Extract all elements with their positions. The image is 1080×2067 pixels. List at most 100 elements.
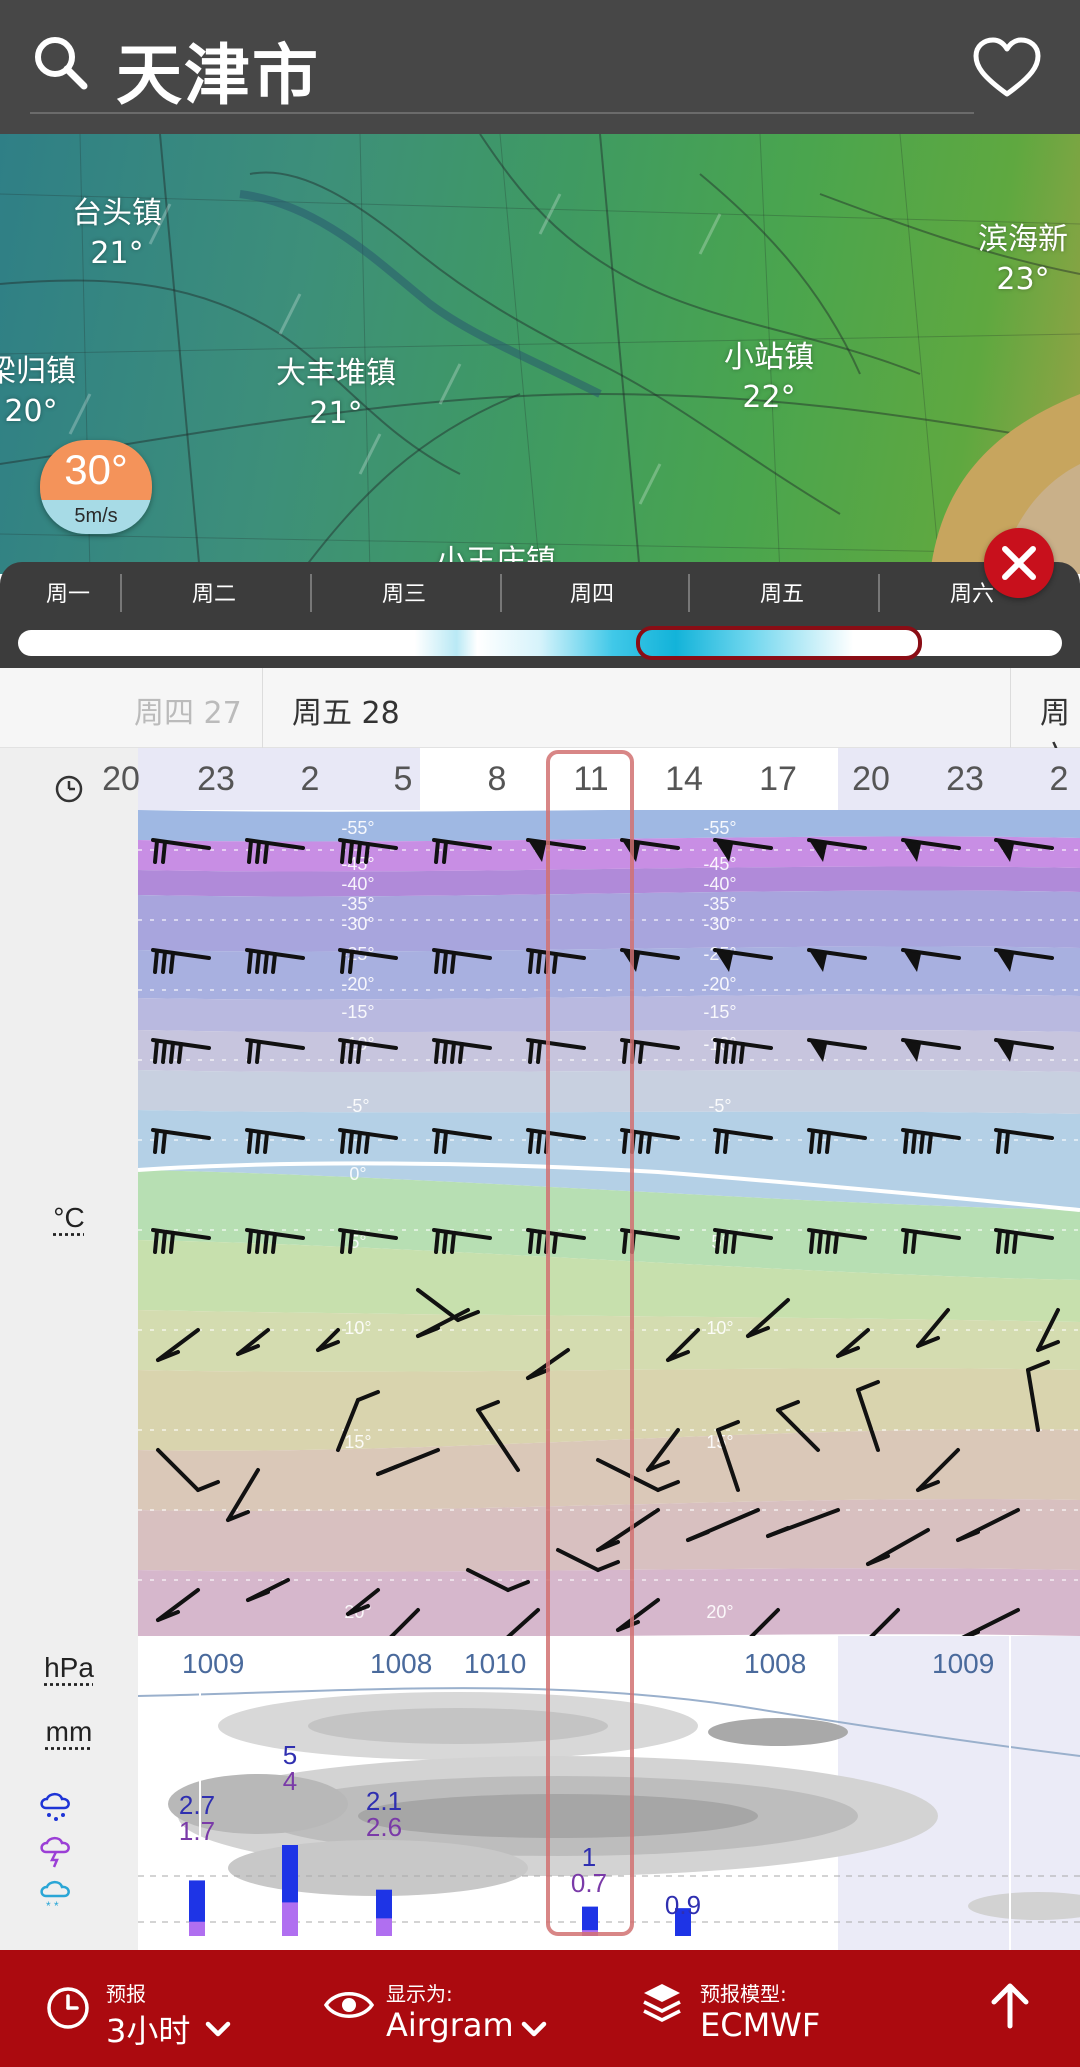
clock-icon: [55, 775, 83, 803]
hour-label: 14: [665, 760, 703, 798]
display-caption: 显示为:: [386, 1982, 453, 2006]
hour-label: 20: [852, 760, 890, 798]
temperature-band: [138, 836, 1080, 872]
town-temp: 20°: [4, 394, 58, 429]
date-header: 周四 27 周五 28 周六: [0, 668, 1080, 775]
town-label[interactable]: 滨海新 23°: [978, 220, 1068, 300]
precip-convective: 0.7: [570, 1868, 608, 1898]
temperature-band: [138, 994, 1080, 1032]
search-icon[interactable]: [30, 32, 92, 94]
pressure-value: 1008: [744, 1648, 807, 1679]
hour-label: 23: [946, 760, 984, 798]
town-label[interactable]: 小站镇 22°: [724, 338, 814, 418]
chevron-down-icon: [205, 2021, 231, 2037]
precip-convective: 4: [282, 1766, 298, 1796]
clock-icon: [47, 1987, 89, 2029]
isotherm-label: 10°: [344, 1318, 371, 1338]
town-temp: 23°: [996, 262, 1050, 297]
timeline-day[interactable]: 周三: [382, 576, 426, 608]
isotherm-label: -35°: [703, 894, 736, 914]
hour-label: 2: [1049, 760, 1069, 798]
isotherm-label: -30°: [341, 914, 374, 934]
pressure-unit-label[interactable]: hPa: [0, 1652, 138, 1684]
isotherm-label: -40°: [703, 874, 736, 894]
isotherm-label: -15°: [341, 1002, 374, 1022]
isotherm-label: 20°: [706, 1602, 733, 1622]
timeline-divider: [500, 574, 502, 612]
eye-icon: [324, 1992, 374, 2018]
isotherm-label: -55°: [703, 818, 736, 838]
layers-icon: [643, 1984, 681, 2022]
town-name: 梁归镇: [0, 354, 76, 389]
isotherm-label: -30°: [703, 914, 736, 934]
date-divider: [1010, 668, 1011, 748]
precip-total: 0.9: [664, 1890, 702, 1920]
pressure-precip-panel[interactable]: 1009 1008 1010 1008 1009 2.7 1.7 5 4 2.1…: [138, 1636, 1080, 1950]
airgram-svg: -55° -55°-45° -45°-40° -40°-35° -35°-30° -30°…: [138, 810, 1080, 1636]
timeline-day[interactable]: 周五: [760, 576, 804, 608]
display-value: Airgram: [386, 2006, 514, 2044]
town-label[interactable]: 梁归镇 20°: [0, 352, 76, 432]
weather-map[interactable]: 台头镇 21° 滨海新 23° 梁归镇 20° 大丰堆镇 21° 小站镇 22°…: [0, 134, 1080, 574]
temperature-band: [138, 890, 1080, 952]
model-value: ECMWF: [700, 2006, 821, 2044]
timeline-day[interactable]: 周四: [570, 576, 614, 608]
town-label[interactable]: 台头镇 21°: [72, 194, 162, 274]
hour-label: 17: [759, 760, 797, 798]
precip-convective-bar: [189, 1921, 205, 1936]
town-temp: 21°: [90, 236, 144, 271]
close-icon: [1002, 546, 1036, 580]
airgram-chart[interactable]: -55° -55° -45° -45° -40° -40° -35° -35° -30° -30°…: [138, 810, 1080, 1636]
pressure-value: 1009: [182, 1648, 245, 1679]
isotherm-label: -35°: [341, 894, 374, 914]
isotherm-label: -40°: [341, 874, 374, 894]
town-name: 小站镇: [724, 340, 814, 375]
temp-unit-label[interactable]: °C: [0, 1202, 138, 1234]
search-underline: [30, 112, 974, 114]
close-button[interactable]: [984, 528, 1054, 598]
town-label[interactable]: 大丰堆镇 21°: [276, 354, 396, 434]
current-temp-badge[interactable]: 30° 5m/s: [40, 440, 152, 534]
isotherm-label: -20°: [703, 974, 736, 994]
forecast-value: 3小时: [106, 2012, 191, 2050]
location-title[interactable]: 天津市: [116, 22, 320, 118]
isotherm-label: -5°: [346, 1096, 369, 1116]
isotherm-label: 15°: [344, 1432, 371, 1452]
hour-label: 23: [197, 760, 235, 798]
legend-column: °C hPa mm * *: [0, 748, 138, 1950]
isotherm-label: -5°: [708, 1096, 731, 1116]
arrow-up-icon[interactable]: [988, 1980, 1032, 2032]
town-name: 滨海新: [978, 222, 1068, 257]
isotherm-label: -20°: [341, 974, 374, 994]
temperature-band: [138, 1568, 1080, 1636]
hour-label: 20: [102, 760, 140, 798]
thunderstorm-icon: [40, 1836, 70, 1868]
chevron-down-icon: [521, 2021, 547, 2037]
date-label-prev: 周四 27: [134, 696, 242, 731]
precip-convective-bar: [282, 1902, 298, 1936]
date-label-current: 周五 28: [292, 696, 400, 731]
hour-label: 2: [300, 760, 320, 798]
favorite-heart-icon[interactable]: [972, 36, 1042, 100]
timeline-selection-handle[interactable]: [636, 626, 922, 660]
timeline-day[interactable]: 周一: [46, 576, 90, 608]
timeline-divider: [878, 574, 880, 612]
precip-convective-bar: [582, 1930, 598, 1936]
isotherm-label: 10°: [706, 1318, 733, 1338]
svg-text:* *: * *: [46, 1899, 59, 1912]
hour-label: 11: [573, 760, 609, 798]
precip-convective: 1.7: [178, 1816, 216, 1846]
hours-row: 20 23 2 5 8 11 14 17 20 23 2: [102, 748, 1080, 810]
pressure-value: 1008: [370, 1648, 433, 1679]
timeline-day[interactable]: 周二: [192, 576, 236, 608]
town-name: 大丰堆镇: [276, 356, 396, 391]
snow-icon: * *: [40, 1880, 70, 1912]
precip-unit-label[interactable]: mm: [0, 1716, 138, 1748]
town-temp: 22°: [742, 380, 796, 415]
temperature-band: [138, 1070, 1080, 1114]
rain-icon: [40, 1792, 70, 1821]
isotherm-label: -55°: [341, 818, 374, 838]
timeline-divider: [310, 574, 312, 612]
day-timeline[interactable]: 周一 周二 周三 周四 周五 周六: [0, 562, 1080, 668]
app-root: 天津市 台头镇 21° 滨海新 23° 梁归镇 20° 大丰堆镇 21° 小站镇…: [0, 0, 1080, 2067]
